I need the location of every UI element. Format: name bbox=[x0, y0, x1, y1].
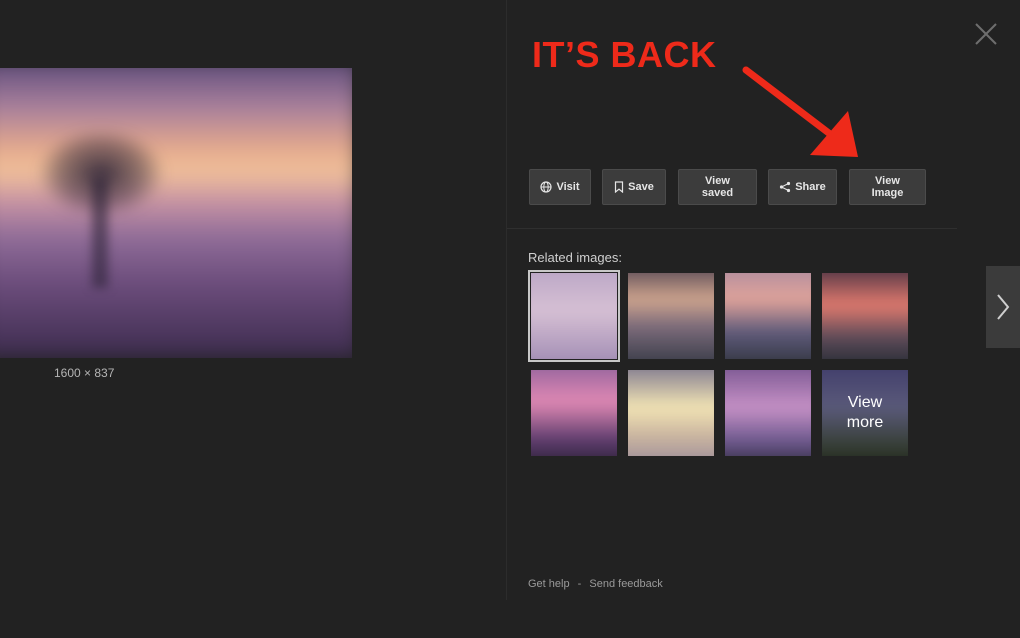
related-images-title: Related images: bbox=[528, 250, 622, 265]
footer-links: Get help - Send feedback bbox=[528, 578, 663, 590]
view-saved-label: View saved bbox=[701, 175, 734, 199]
get-help-link[interactable]: Get help bbox=[528, 578, 570, 590]
save-label: Save bbox=[628, 181, 654, 193]
save-button[interactable]: Save bbox=[602, 169, 666, 205]
annotation-arrow bbox=[742, 66, 858, 157]
related-thumbnail[interactable] bbox=[628, 370, 714, 456]
bookmark-icon bbox=[615, 181, 624, 193]
actions-divider bbox=[507, 228, 957, 229]
image-dimensions: 1600 × 837 bbox=[54, 366, 115, 380]
related-thumbnail[interactable] bbox=[822, 273, 908, 359]
related-thumbnail[interactable] bbox=[725, 273, 811, 359]
visit-button[interactable]: Visit bbox=[529, 169, 591, 205]
visit-label: Visit bbox=[556, 181, 580, 193]
related-thumbnail[interactable] bbox=[628, 273, 714, 359]
view-more-label: View more bbox=[846, 394, 884, 431]
chevron-right-icon bbox=[997, 294, 1010, 320]
share-icon bbox=[780, 181, 791, 193]
panel-divider bbox=[506, 0, 507, 600]
footer-separator: - bbox=[577, 578, 582, 590]
view-saved-button[interactable]: View saved bbox=[678, 169, 757, 205]
related-thumbnail[interactable] bbox=[528, 270, 620, 362]
related-thumbnail[interactable] bbox=[725, 370, 811, 456]
related-thumbnail[interactable] bbox=[531, 370, 617, 456]
next-image-button[interactable] bbox=[986, 266, 1020, 348]
view-image-label: View Image bbox=[871, 175, 904, 199]
preview-tree-trunk bbox=[92, 178, 108, 288]
close-icon bbox=[975, 23, 997, 45]
close-button[interactable] bbox=[972, 20, 1000, 48]
send-feedback-link[interactable]: Send feedback bbox=[589, 578, 662, 590]
annotation-text: IT’S BACK bbox=[532, 34, 717, 75]
share-button[interactable]: Share bbox=[768, 169, 837, 205]
globe-icon bbox=[540, 181, 553, 193]
main-image-preview[interactable] bbox=[0, 68, 352, 358]
share-label: Share bbox=[795, 181, 826, 193]
view-image-button[interactable]: View Image bbox=[849, 169, 926, 205]
view-more-tile[interactable]: View more bbox=[822, 370, 908, 456]
